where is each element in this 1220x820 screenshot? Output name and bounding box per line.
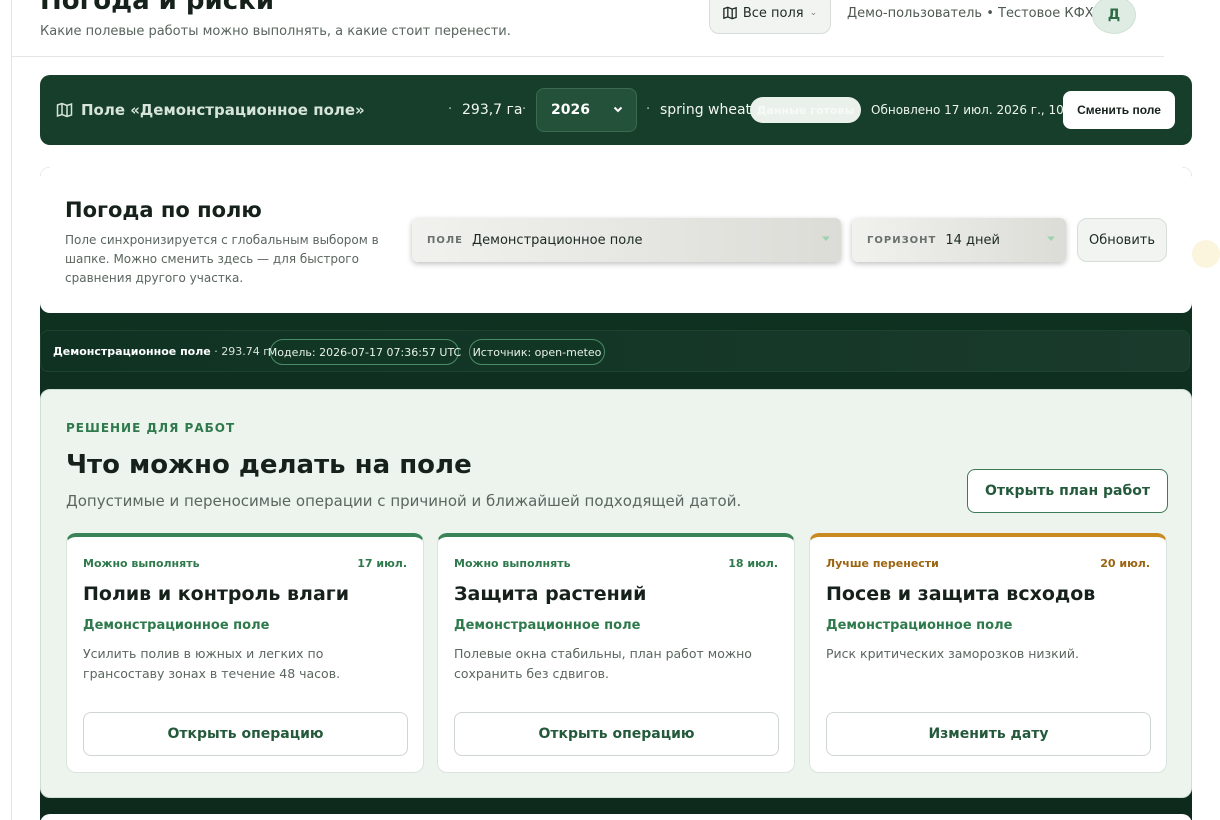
model-pill: Модель: 2026-07-17 07:36:57 UTC (268, 339, 461, 365)
operation-date: 20 июл. (1100, 557, 1150, 570)
decision-subtitle: Допустимые и переносимые операции с прич… (66, 492, 742, 510)
operation-status: Можно выполнять (454, 557, 571, 570)
separator-dot: · (646, 102, 651, 117)
page-title: Погода и риски (40, 0, 275, 16)
open-plan-button[interactable]: Открыть план работ (967, 469, 1168, 513)
all-fields-label: Все поля (742, 5, 804, 21)
operation-date: 18 июл. (728, 557, 778, 570)
info-field-name: Демонстрационное поле (53, 345, 211, 358)
change-date-button[interactable]: Изменить дату (826, 712, 1151, 756)
separator-dot: · (522, 102, 527, 117)
weather-description: Поле синхронизируется с глобальным выбор… (65, 233, 379, 285)
decision-kicker: РЕШЕНИЕ ДЛЯ РАБОТ (66, 421, 236, 435)
field-select-value: Демонстрационное поле (472, 232, 643, 248)
separator-dot: · (448, 102, 453, 117)
field-bar: Поле «Демонстрационное поле» · 293,7 га … (40, 75, 1192, 145)
avatar[interactable]: Д (1092, 0, 1136, 34)
operation-field: Демонстрационное поле (454, 618, 641, 633)
updated-timestamp: Обновлено 17 июл. 2026 г., 10:24 (871, 103, 1084, 117)
operation-title: Полив и контроль влаги (83, 583, 350, 605)
page-subtitle: Какие полевые работы можно выполнять, а … (40, 24, 511, 39)
operation-description: Полевые окна стабильны, план работ можно… (454, 646, 752, 681)
page-header: Погода и риски Какие полевые работы можн… (12, 0, 1164, 57)
refresh-button[interactable]: Обновить (1077, 218, 1167, 262)
status-badge: Данные готовы (750, 97, 861, 123)
operation-title: Посев и защита всходов (826, 583, 1096, 605)
horizon-select[interactable]: ГОРИЗОНТ 14 дней (852, 218, 1066, 262)
decision-title: Что можно делать на поле (66, 450, 472, 480)
chevron-down-icon (1047, 236, 1055, 241)
operation-description: Риск критических заморозков низкий. (826, 646, 1079, 661)
operation-field: Демонстрационное поле (83, 618, 270, 633)
operation-card: Лучше перенести 20 июл. Посев и защита в… (809, 533, 1167, 773)
operation-status: Лучше перенести (826, 557, 939, 570)
user-info: Демо-пользователь • Тестовое КФХ (847, 6, 1094, 21)
left-border (11, 0, 12, 820)
open-operation-button[interactable]: Открыть операцию (83, 712, 408, 756)
horizon-select-label: ГОРИЗОНТ (867, 234, 937, 246)
field-select[interactable]: ПОЛЕ Демонстрационное поле (412, 218, 841, 262)
chevron-down-icon (822, 236, 830, 241)
weather-card: Погода по полю Поле синхронизируется с г… (40, 167, 1192, 313)
weather-title: Погода по полю (65, 198, 262, 222)
change-field-button[interactable]: Сменить поле (1063, 91, 1175, 129)
year-value: 2026 (551, 102, 590, 118)
work-decision-panel: РЕШЕНИЕ ДЛЯ РАБОТ Что можно делать на по… (40, 389, 1192, 798)
operation-status: Можно выполнять (83, 557, 200, 570)
horizon-select-value: 14 дней (945, 232, 1000, 248)
crop-name: spring wheat (660, 102, 752, 118)
operation-date: 17 июл. (357, 557, 407, 570)
next-section-card (40, 814, 1192, 820)
operation-card: Можно выполнять 17 июл. Полив и контроль… (66, 533, 424, 773)
operation-field: Демонстрационное поле (826, 618, 1013, 633)
info-field: Демонстрационное поле · 293.74 га (53, 345, 276, 358)
field-select-label: ПОЛЕ (427, 234, 464, 246)
source-pill: Источник: open-meteo (469, 339, 605, 365)
map-icon (723, 6, 737, 20)
open-operation-button[interactable]: Открыть операцию (454, 712, 779, 756)
map-icon (56, 102, 73, 118)
chevron-down-icon (613, 106, 623, 113)
operation-description: Усилить полив в южных и легких по грансо… (83, 646, 341, 681)
info-field-area: · 293.74 га (214, 345, 276, 358)
operation-card: Можно выполнять 18 июл. Защита растений … (437, 533, 795, 773)
field-name: Поле «Демонстрационное поле» (81, 101, 365, 119)
chevron-down-icon: ⌄ (809, 8, 818, 18)
all-fields-button[interactable]: Все поля ⌄ (709, 0, 831, 34)
decorative-circle (1192, 240, 1220, 268)
forecast-info-strip: Демонстрационное поле · 293.74 га Модель… (40, 330, 1190, 372)
field-area: 293,7 га (462, 102, 523, 118)
year-select[interactable]: 2026 (536, 88, 637, 132)
operation-title: Защита растений (454, 583, 647, 605)
